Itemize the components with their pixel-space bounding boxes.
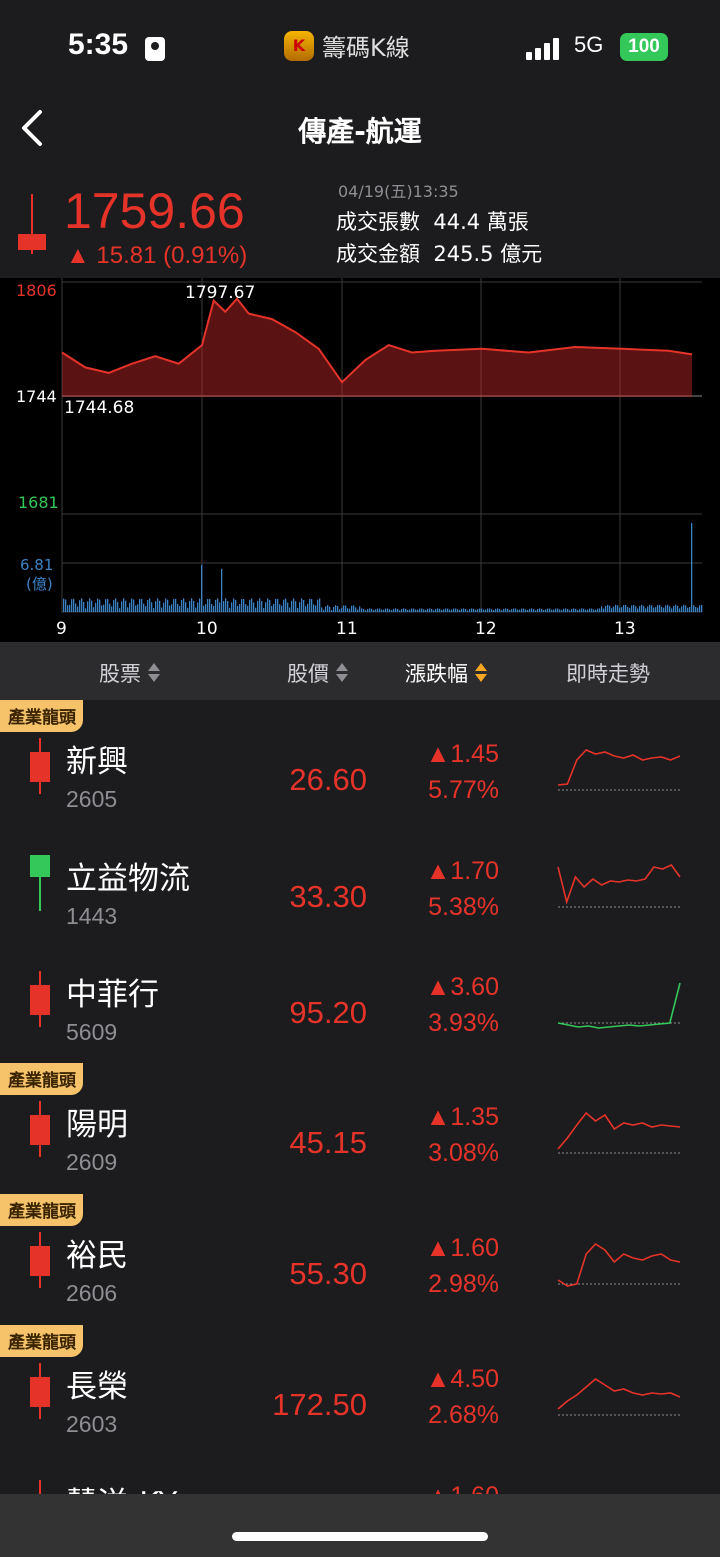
stock-name: 陽明 — [66, 1107, 128, 1143]
stock-row[interactable]: 立益物流 1443 33.30 ▲1.70 5.38% — [0, 831, 720, 948]
stock-price: 45.15 — [289, 1125, 367, 1160]
y-top-label: 1806 — [16, 281, 57, 300]
battery-icon: 100 — [620, 33, 668, 61]
stock-code: 2609 — [66, 1149, 118, 1175]
stock-name: 中菲行 — [66, 977, 159, 1013]
stock-code: 2603 — [66, 1411, 118, 1437]
stock-row[interactable]: 產業龍頭 裕民 2606 55.30 ▲1.60 2.98% — [0, 1194, 720, 1326]
stock-price: 95.20 — [289, 995, 367, 1030]
low-label: 1744.68 — [64, 398, 134, 418]
stock-change-pct: 3.93% — [428, 1009, 499, 1037]
chart-svg: 1806 1744 1681 1797.67 1744.68 6.81 (億) … — [16, 278, 703, 639]
y-mid-label: 1744 — [16, 387, 57, 406]
stock-name: 裕民 — [66, 1238, 128, 1274]
candle-icon — [30, 1363, 50, 1419]
x-tick-label: 12 — [475, 619, 497, 639]
candle-icon — [30, 1232, 50, 1288]
sparkline — [557, 863, 681, 908]
index-summary: 1759.66 ▲ 15.81 (0.91%) 04/19(五)13:35 成交… — [0, 172, 720, 278]
list-header: 股票 股價 漲跌幅 即時走勢 — [0, 642, 720, 700]
sort-change[interactable]: 漲跌幅 — [405, 658, 488, 688]
app-logo-icon: K — [284, 30, 314, 61]
stock-change: ▲1.45 — [425, 740, 499, 768]
status-bar: 5:35 K 籌碼K線 5G 100 — [0, 0, 720, 92]
back-to-app[interactable]: K 籌碼K線 — [284, 28, 410, 63]
stock-code: 2605 — [66, 786, 118, 812]
stock-price: 26.60 — [289, 762, 367, 797]
signal-icon — [526, 38, 564, 60]
sparkline — [557, 1111, 681, 1154]
sparkline — [557, 982, 681, 1029]
quote-datetime: 04/19(五)13:35 — [338, 182, 459, 201]
stock-change: ▲4.50 — [425, 1365, 499, 1393]
stock-row[interactable]: 中菲行 5609 95.20 ▲3.60 3.93% — [0, 947, 720, 1064]
candle-icon — [18, 194, 46, 254]
intraday-chart[interactable]: 1806 1744 1681 1797.67 1744.68 6.81 (億) … — [0, 278, 720, 642]
leader-badge: 產業龍頭 — [0, 700, 83, 732]
stock-row[interactable]: 產業龍頭 陽明 2609 45.15 ▲1.35 3.08% — [0, 1063, 720, 1195]
sparkline — [557, 749, 681, 791]
index-change: ▲ 15.81 (0.91%) — [66, 242, 248, 269]
high-label: 1797.67 — [185, 283, 255, 303]
stock-code: 2606 — [66, 1280, 118, 1306]
leader-badge: 產業龍頭 — [0, 1325, 83, 1357]
stock-change: ▲3.60 — [425, 973, 499, 1001]
stock-price: 33.30 — [289, 879, 367, 914]
stock-change: ▲1.60 — [425, 1234, 499, 1262]
sort-price[interactable]: 股價 — [287, 658, 349, 688]
nav-bar: 傳產-航運 — [0, 92, 720, 172]
bottom-bar — [0, 1494, 720, 1557]
stock-change-pct: 3.08% — [428, 1139, 499, 1167]
stock-change-pct: 2.98% — [428, 1270, 499, 1298]
trend-header: 即時走勢 — [566, 662, 650, 686]
vol-max-label: 6.81 — [20, 556, 53, 574]
x-tick-label: 10 — [196, 619, 218, 639]
stock-row[interactable]: 產業龍頭 長榮 2603 172.50 ▲4.50 2.68% — [0, 1325, 720, 1457]
stock-change-pct: 2.68% — [428, 1401, 499, 1429]
x-tick-label: 9 — [56, 619, 67, 639]
stock-change-pct: 5.77% — [428, 776, 499, 804]
candle-icon — [30, 855, 50, 911]
sort-stock[interactable]: 股票 — [99, 658, 161, 688]
candle-icon — [30, 971, 50, 1027]
leader-badge: 產業龍頭 — [0, 1194, 83, 1226]
index-price: 1759.66 — [64, 183, 245, 239]
stock-change: ▲1.35 — [425, 1103, 499, 1131]
stock-change-pct: 5.38% — [428, 893, 499, 921]
stock-code: 5609 — [66, 1019, 118, 1045]
back-app-name: 籌碼K線 — [322, 34, 410, 62]
stock-name: 長榮 — [66, 1369, 128, 1405]
stock-price: 55.30 — [289, 1256, 367, 1291]
candle-icon — [30, 1101, 50, 1157]
x-tick-label: 11 — [336, 619, 358, 639]
status-time: 5:35 — [68, 28, 129, 61]
network-type: 5G — [574, 32, 604, 57]
leader-badge: 產業龍頭 — [0, 1063, 83, 1095]
y-low-label: 1681 — [18, 493, 59, 512]
sparkline — [557, 1242, 681, 1287]
candle-icon — [30, 738, 50, 794]
stock-name: 新興 — [66, 744, 128, 780]
page-title: 傳產-航運 — [298, 115, 422, 148]
x-tick-label: 13 — [614, 619, 636, 639]
sort-icon — [147, 662, 161, 684]
home-indicator[interactable] — [232, 1532, 488, 1541]
volume-bars — [63, 523, 703, 612]
id-card-icon — [145, 37, 165, 61]
vol-unit-label: (億) — [26, 575, 53, 593]
stock-name: 立益物流 — [66, 861, 190, 897]
volume-info: 成交張數 44.4 萬張 — [336, 210, 529, 234]
sparkline — [557, 1378, 681, 1416]
stock-row[interactable]: 產業龍頭 新興 2605 26.60 ▲1.45 5.77% — [0, 700, 720, 832]
stock-change: ▲1.70 — [425, 857, 499, 885]
sort-active-icon — [474, 662, 488, 684]
stock-price: 172.50 — [272, 1387, 367, 1422]
sort-icon — [335, 662, 349, 684]
amount-info: 成交金額 245.5 億元 — [336, 242, 543, 266]
stock-code: 1443 — [66, 903, 118, 929]
